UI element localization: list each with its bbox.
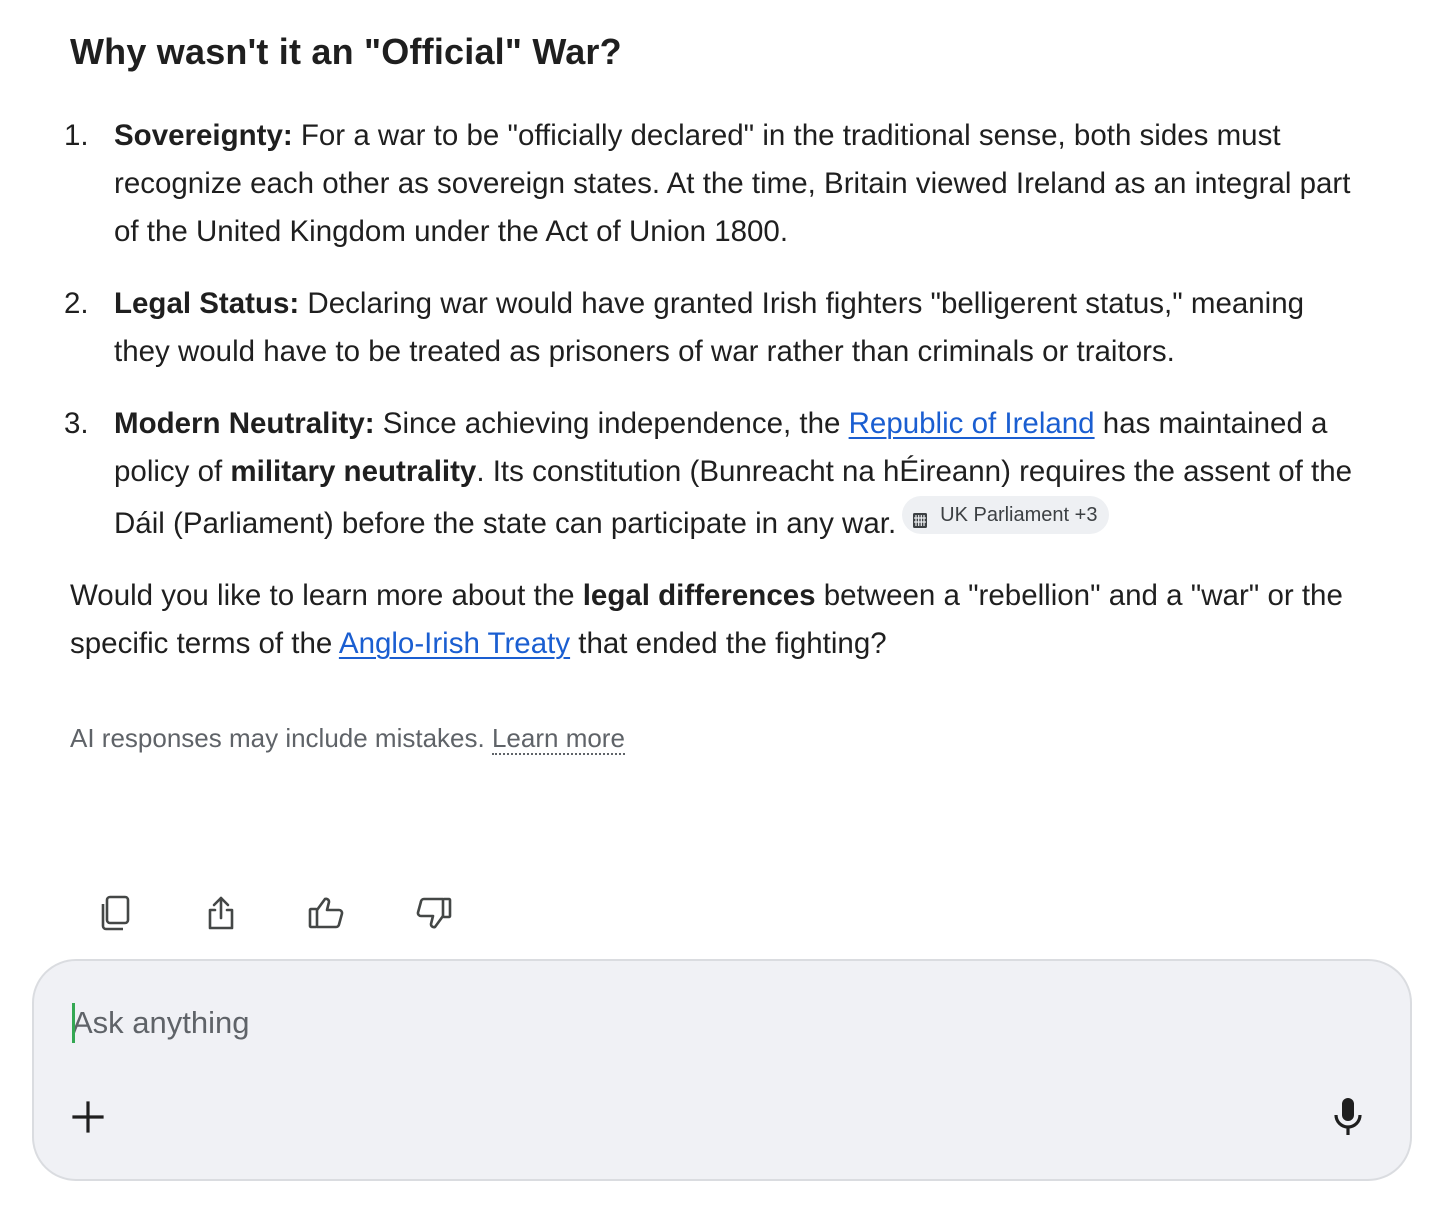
list-number: 3. (64, 407, 89, 440)
thumbs-up-button[interactable] (304, 890, 350, 940)
list-number: 2. (64, 287, 89, 320)
copy-button[interactable] (92, 890, 138, 940)
followup-text: Would you like to learn more about the (70, 579, 583, 612)
list-number: 1. (64, 119, 89, 152)
answer-content: Why wasn't it an "Official" War? 1. Sover… (64, 24, 1360, 758)
thumbs-down-icon (413, 895, 453, 936)
copy-icon (98, 894, 132, 937)
voice-input-button[interactable] (1326, 1095, 1370, 1143)
text-caret (72, 1003, 75, 1043)
followup-question: Would you like to learn more about the l… (70, 572, 1360, 668)
disclaimer-text: AI responses may include mistakes. (70, 723, 492, 753)
point-label: Modern Neutrality: (114, 407, 375, 440)
source-chip[interactable]: UK Parliament +3 (902, 496, 1110, 534)
source-chip-label: UK Parliament +3 (940, 504, 1098, 526)
microphone-icon (1333, 1097, 1363, 1142)
point-text: For a war to be "officially declared" in… (114, 119, 1351, 248)
point-label: Sovereignty: (114, 119, 293, 152)
list-item: 1. Sovereignty: For a war to be "official… (64, 112, 1360, 256)
response-actions (92, 890, 456, 940)
plus-icon (72, 1100, 104, 1138)
add-button[interactable] (68, 1099, 108, 1139)
thumbs-up-icon (307, 895, 347, 936)
section-heading: Why wasn't it an "Official" War? (70, 31, 622, 72)
list-item: 3. Modern Neutrality: Since achieving ind… (64, 400, 1360, 548)
point-emphasis: military neutrality (230, 455, 477, 488)
prompt-composer (32, 959, 1412, 1181)
thumbs-down-button[interactable] (410, 890, 456, 940)
point-text: Since achieving independence, the (374, 407, 849, 440)
followup-emphasis: legal differences (582, 579, 816, 612)
point-label: Legal Status: (114, 287, 300, 320)
parliament-icon (910, 505, 930, 528)
ai-disclaimer: AI responses may include mistakes. Learn… (70, 718, 1360, 758)
reasons-list: 1. Sovereignty: For a war to be "official… (64, 112, 1360, 548)
ask-input[interactable] (72, 999, 1272, 1047)
share-button[interactable] (198, 890, 244, 940)
anglo-irish-treaty-link[interactable]: Anglo-Irish Treaty (339, 627, 570, 660)
list-item: 2. Legal Status: Declaring war would have… (64, 280, 1360, 376)
share-icon (206, 894, 236, 937)
learn-more-link[interactable]: Learn more (491, 723, 625, 755)
republic-of-ireland-link[interactable]: Republic of Ireland (849, 407, 1095, 440)
followup-text: that ended the fighting? (570, 627, 887, 660)
